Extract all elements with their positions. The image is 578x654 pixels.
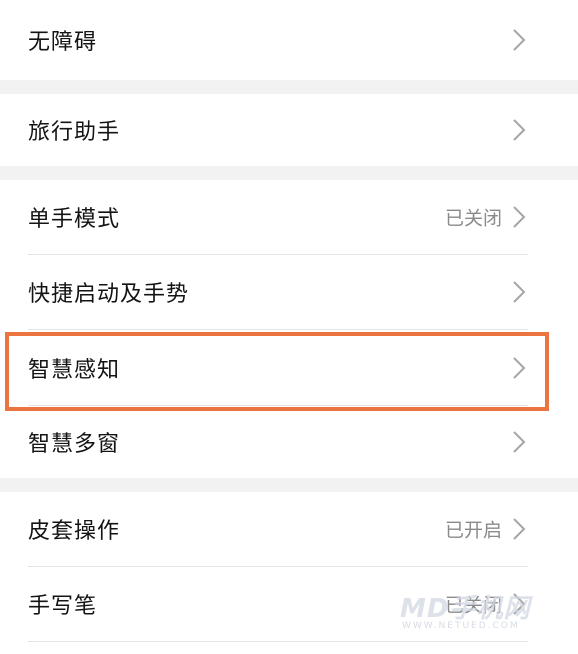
watermark-brand: MD手机网 <box>400 594 531 624</box>
chevron-right-icon <box>513 206 526 228</box>
chevron-right-icon <box>513 356 526 379</box>
setting-row-smart-perception[interactable]: 智慧感知 <box>0 330 578 405</box>
setting-row-cover-operation[interactable]: 皮套操作 已开启 <box>0 492 578 566</box>
section-gap <box>0 80 578 94</box>
setting-status: 已关闭 <box>444 207 502 230</box>
chevron-right-icon <box>513 119 526 141</box>
chevron-right-icon <box>513 431 526 453</box>
setting-label: 皮套操作 <box>28 519 121 544</box>
chevron-right-icon <box>513 29 526 51</box>
setting-row-accessibility[interactable]: 无障碍 <box>0 0 578 80</box>
section-gap <box>0 478 578 492</box>
chevron-right-icon <box>513 518 526 540</box>
chevron-right-icon <box>513 281 526 303</box>
setting-row-travel-assistant[interactable]: 旅行助手 <box>0 94 578 166</box>
setting-label: 智慧感知 <box>28 357 121 383</box>
section-gap <box>0 166 578 180</box>
setting-status: 已开启 <box>444 519 502 542</box>
setting-row-shortcuts-gestures[interactable]: 快捷启动及手势 <box>0 255 578 329</box>
setting-label: 手写笔 <box>28 594 98 619</box>
watermark-logo: MD手机网 WWW.NETUED.COM <box>400 588 560 640</box>
setting-label: 旅行助手 <box>28 120 121 145</box>
watermark-url: WWW.NETUED.COM <box>402 621 520 631</box>
divider <box>28 641 528 642</box>
setting-label: 无障碍 <box>28 30 98 55</box>
setting-label: 快捷启动及手势 <box>28 282 190 307</box>
setting-label: 智慧多窗 <box>28 432 121 457</box>
setting-row-one-hand-mode[interactable]: 单手模式 已关闭 <box>0 180 578 254</box>
setting-label: 单手模式 <box>28 207 121 232</box>
setting-row-smart-multiwindow[interactable]: 智慧多窗 <box>0 406 578 478</box>
